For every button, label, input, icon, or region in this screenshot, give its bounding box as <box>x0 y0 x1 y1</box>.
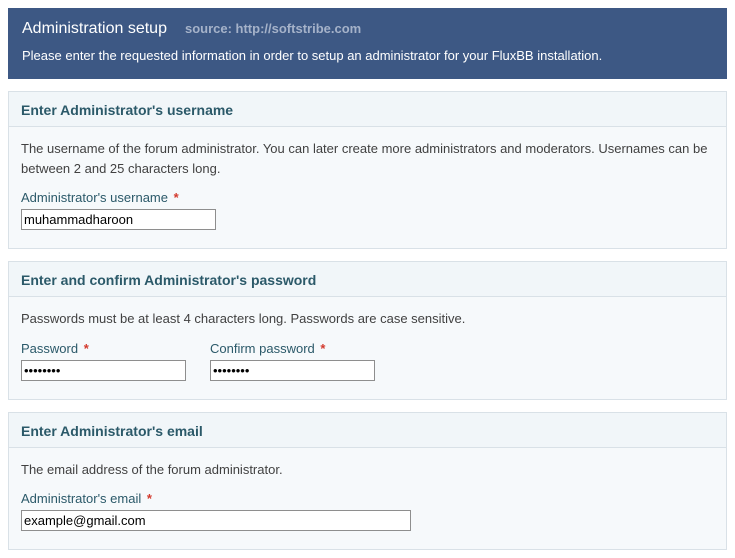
section-password-body: Passwords must be at least 4 characters … <box>9 297 726 399</box>
source-watermark: source: http://softstribe.com <box>185 21 361 36</box>
header-title-row: Administration setup source: http://soft… <box>22 20 713 38</box>
field-group-email: Administrator's email * <box>21 491 714 531</box>
confirm-password-input[interactable] <box>210 360 375 381</box>
section-email: Enter Administrator's email The email ad… <box>8 412 727 551</box>
section-password: Enter and confirm Administrator's passwo… <box>8 261 727 400</box>
username-label-text: Administrator's username <box>21 190 168 205</box>
section-email-description: The email address of the forum administr… <box>21 460 714 480</box>
setup-header: Administration setup source: http://soft… <box>8 8 727 79</box>
email-label-text: Administrator's email <box>21 491 141 506</box>
email-input[interactable] <box>21 510 411 531</box>
password-row: Password * Confirm password * <box>21 341 714 381</box>
confirm-password-label: Confirm password * <box>210 341 375 356</box>
field-group-confirm-password: Confirm password * <box>210 341 375 381</box>
section-password-description: Passwords must be at least 4 characters … <box>21 309 714 329</box>
section-password-heading: Enter and confirm Administrator's passwo… <box>9 262 726 297</box>
password-label: Password * <box>21 341 186 356</box>
section-username-body: The username of the forum administrator.… <box>9 127 726 248</box>
field-group-username: Administrator's username * <box>21 190 714 230</box>
required-marker-icon: * <box>147 491 152 506</box>
password-label-text: Password <box>21 341 78 356</box>
page-title: Administration setup <box>22 20 167 38</box>
username-label: Administrator's username * <box>21 190 714 205</box>
section-email-body: The email address of the forum administr… <box>9 448 726 550</box>
required-marker-icon: * <box>84 341 89 356</box>
confirm-password-label-text: Confirm password <box>210 341 315 356</box>
section-username-heading: Enter Administrator's username <box>9 92 726 127</box>
required-marker-icon: * <box>174 190 179 205</box>
section-username: Enter Administrator's username The usern… <box>8 91 727 249</box>
section-email-heading: Enter Administrator's email <box>9 413 726 448</box>
section-username-description: The username of the forum administrator.… <box>21 139 714 178</box>
header-description: Please enter the requested information i… <box>22 48 713 63</box>
username-input[interactable] <box>21 209 216 230</box>
field-group-password: Password * <box>21 341 186 381</box>
email-label: Administrator's email * <box>21 491 714 506</box>
required-marker-icon: * <box>320 341 325 356</box>
password-input[interactable] <box>21 360 186 381</box>
